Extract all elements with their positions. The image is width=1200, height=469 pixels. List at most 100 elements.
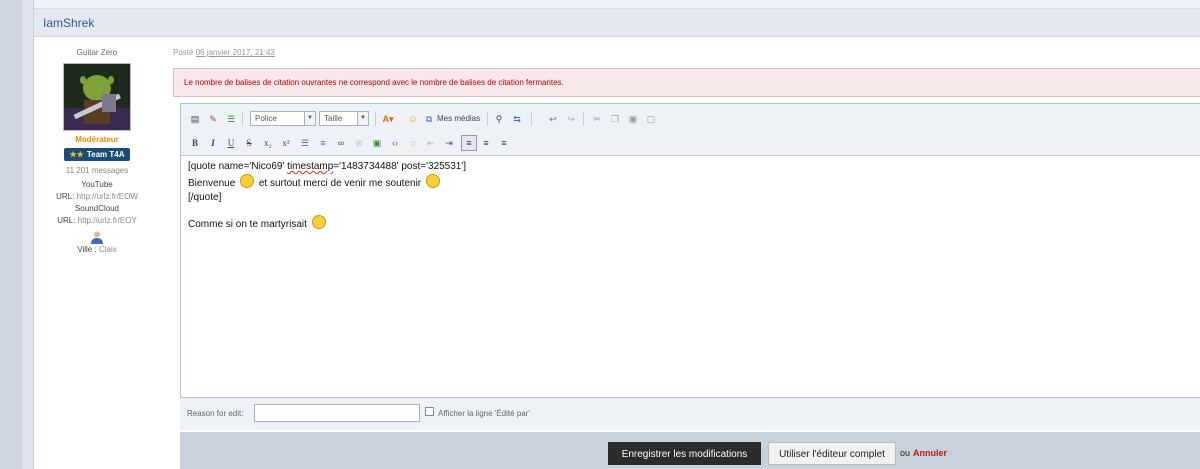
text-color-icon[interactable]: A▾: [381, 112, 395, 126]
message-count: 11 201 messages: [65, 166, 129, 175]
wink-emoticon-icon: [425, 174, 440, 188]
city-label: Ville :: [77, 245, 97, 254]
editor-line: [/quote]: [188, 191, 466, 205]
toolbar-separator: [487, 112, 488, 126]
superscript-button[interactable]: x²: [279, 136, 293, 150]
top-strip: [34, 0, 1200, 9]
form-actions: Enregistrer les modifications Utiliser l…: [180, 432, 1200, 469]
soundcloud-url[interactable]: http://urlz.fr/EOY: [78, 216, 137, 225]
toolbar-separator: [375, 112, 376, 126]
edit-reason-label: Reason for edit:: [187, 409, 244, 418]
youtube-url-row: URL: http://urlz.fr/EOW: [34, 191, 160, 203]
stars-icon: ★★: [69, 150, 84, 159]
avatar[interactable]: [63, 63, 131, 131]
group-title: Modérateur: [75, 135, 119, 144]
find-icon[interactable]: ⚲: [493, 112, 505, 126]
toolbar-separator: [583, 112, 584, 126]
italic-button[interactable]: I: [207, 136, 219, 150]
numbered-list-icon[interactable]: ≡: [317, 136, 329, 150]
editor-text: ='1483734488' post='325531']: [333, 161, 467, 172]
align-center-icon[interactable]: ≡: [480, 136, 492, 150]
show-edited-by-checkbox[interactable]: [425, 407, 434, 416]
city-value: Claix: [98, 245, 117, 254]
redo-icon[interactable]: ↪: [565, 112, 577, 126]
subscript-button[interactable]: x₂: [261, 136, 275, 150]
code-icon[interactable]: ‹›: [389, 136, 401, 150]
toolbar-separator: [242, 112, 243, 126]
size-select-value: Taille: [324, 114, 343, 123]
soundcloud-label: SoundCloud: [74, 204, 120, 213]
soundcloud-url-label: URL:: [57, 216, 76, 225]
replace-icon[interactable]: ⇆: [511, 112, 523, 126]
outdent-icon[interactable]: ⇤: [425, 136, 437, 150]
quote-icon[interactable]: ◌: [407, 136, 419, 150]
unlink-icon[interactable]: ⊘: [353, 136, 365, 150]
bold-button[interactable]: B: [189, 136, 201, 150]
soundcloud-url-row: URL: http://urlz.fr/EOY: [34, 215, 160, 227]
undo-icon[interactable]: ↩: [547, 112, 559, 126]
post-header: IamShrek: [34, 9, 1200, 37]
error-text: Le nombre de balises de citation ouvrant…: [184, 78, 564, 87]
or-label: ou: [900, 448, 911, 458]
smile-emoticon-icon: [240, 174, 255, 188]
youtube-url-label: URL:: [56, 192, 75, 201]
link-icon[interactable]: ∞: [335, 136, 347, 150]
user-rank: Guitar Zero: [76, 48, 118, 57]
laugh-emoticon-icon: [311, 215, 326, 229]
size-select[interactable]: Taille ▼: [319, 111, 369, 126]
font-select-value: Police: [255, 114, 277, 123]
save-changes-button[interactable]: Enregistrer les modifications: [608, 442, 761, 465]
editor-text: [/quote]: [188, 192, 222, 203]
editor-text: [quote name='Nico69': [188, 161, 288, 172]
copy-icon[interactable]: ❐: [609, 112, 621, 126]
cut-icon[interactable]: ✂: [591, 112, 603, 126]
emoticon-icon[interactable]: ☺: [407, 112, 419, 126]
strike-button[interactable]: S: [243, 136, 255, 150]
chevron-down-icon: ▼: [357, 112, 368, 125]
youtube-url[interactable]: http://urlz.fr/EOW: [77, 192, 138, 201]
horizontal-rule-icon[interactable]: ☰: [225, 112, 237, 126]
align-right-icon[interactable]: ≡: [498, 136, 510, 150]
post-card: IamShrek Guitar Zero Modérateur ★★ Team T…: [33, 0, 1200, 469]
paste-icon[interactable]: ▣: [627, 112, 639, 126]
bullet-list-icon[interactable]: ☰: [299, 136, 311, 150]
editor-text: timestamp: [287, 161, 334, 172]
team-badge: ★★ Team T4A: [63, 148, 131, 161]
avatar-image: [64, 64, 130, 130]
image-icon[interactable]: ▣: [371, 136, 383, 150]
city-row: Ville : Claix: [34, 244, 160, 256]
show-edited-by-label: Afficher la ligne 'Édité par': [438, 409, 530, 418]
editor-content[interactable]: [quote name='Nico69' timestamp='14837344…: [188, 160, 466, 232]
editor-line: Comme si on te martyrisait: [188, 215, 466, 232]
underline-button[interactable]: U: [225, 136, 237, 150]
paste-text-icon[interactable]: ▢: [645, 112, 657, 126]
youtube-label: YouTube: [81, 180, 113, 189]
editor-line: [quote name='Nico69' timestamp='14837344…: [188, 160, 466, 174]
eraser-icon[interactable]: ✎: [207, 112, 219, 126]
indent-icon[interactable]: ⇥: [443, 136, 455, 150]
toolbar-row-1: ▤ ✎ ☰ Police ▼ Taille ▼ A▾ ☺ ⧉ Mes médias …: [181, 104, 1200, 131]
editor-text: Comme si on te martyrisait: [188, 219, 307, 230]
user-icon: [90, 230, 104, 244]
font-select[interactable]: Police ▼: [250, 111, 316, 126]
source-icon[interactable]: ▤: [189, 112, 201, 126]
edit-reason-row: Reason for edit: Afficher la ligne 'Édit…: [180, 398, 1200, 430]
team-badge-label: Team T4A: [86, 150, 125, 159]
editor-text: Bienvenue: [188, 178, 236, 189]
align-left-icon[interactable]: ≡: [461, 135, 477, 151]
post-meta: Posté 06 janvier 2017, 21:43: [173, 48, 275, 57]
media-icon[interactable]: ⧉: [423, 112, 435, 126]
error-message: Le nombre de balises de citation ouvrant…: [173, 68, 1200, 97]
editor-line: Bienvenue et surtout merci de venir me s…: [188, 174, 466, 191]
toolbar-separator: [531, 112, 532, 126]
full-editor-button[interactable]: Utiliser l'éditeur complet: [768, 442, 896, 465]
cancel-link[interactable]: Annuler: [913, 448, 947, 458]
posted-label: Posté: [173, 48, 194, 57]
left-rail: [0, 0, 22, 469]
post-date[interactable]: 06 janvier 2017, 21:43: [196, 48, 275, 57]
editor-blank-line: [188, 205, 466, 215]
edit-reason-input[interactable]: [254, 404, 420, 422]
post-author-name[interactable]: IamShrek: [43, 16, 94, 30]
author-profile: Guitar Zero Modérateur ★★ Team T4A 11 201…: [34, 37, 160, 469]
my-media-button[interactable]: Mes médias: [437, 112, 487, 126]
